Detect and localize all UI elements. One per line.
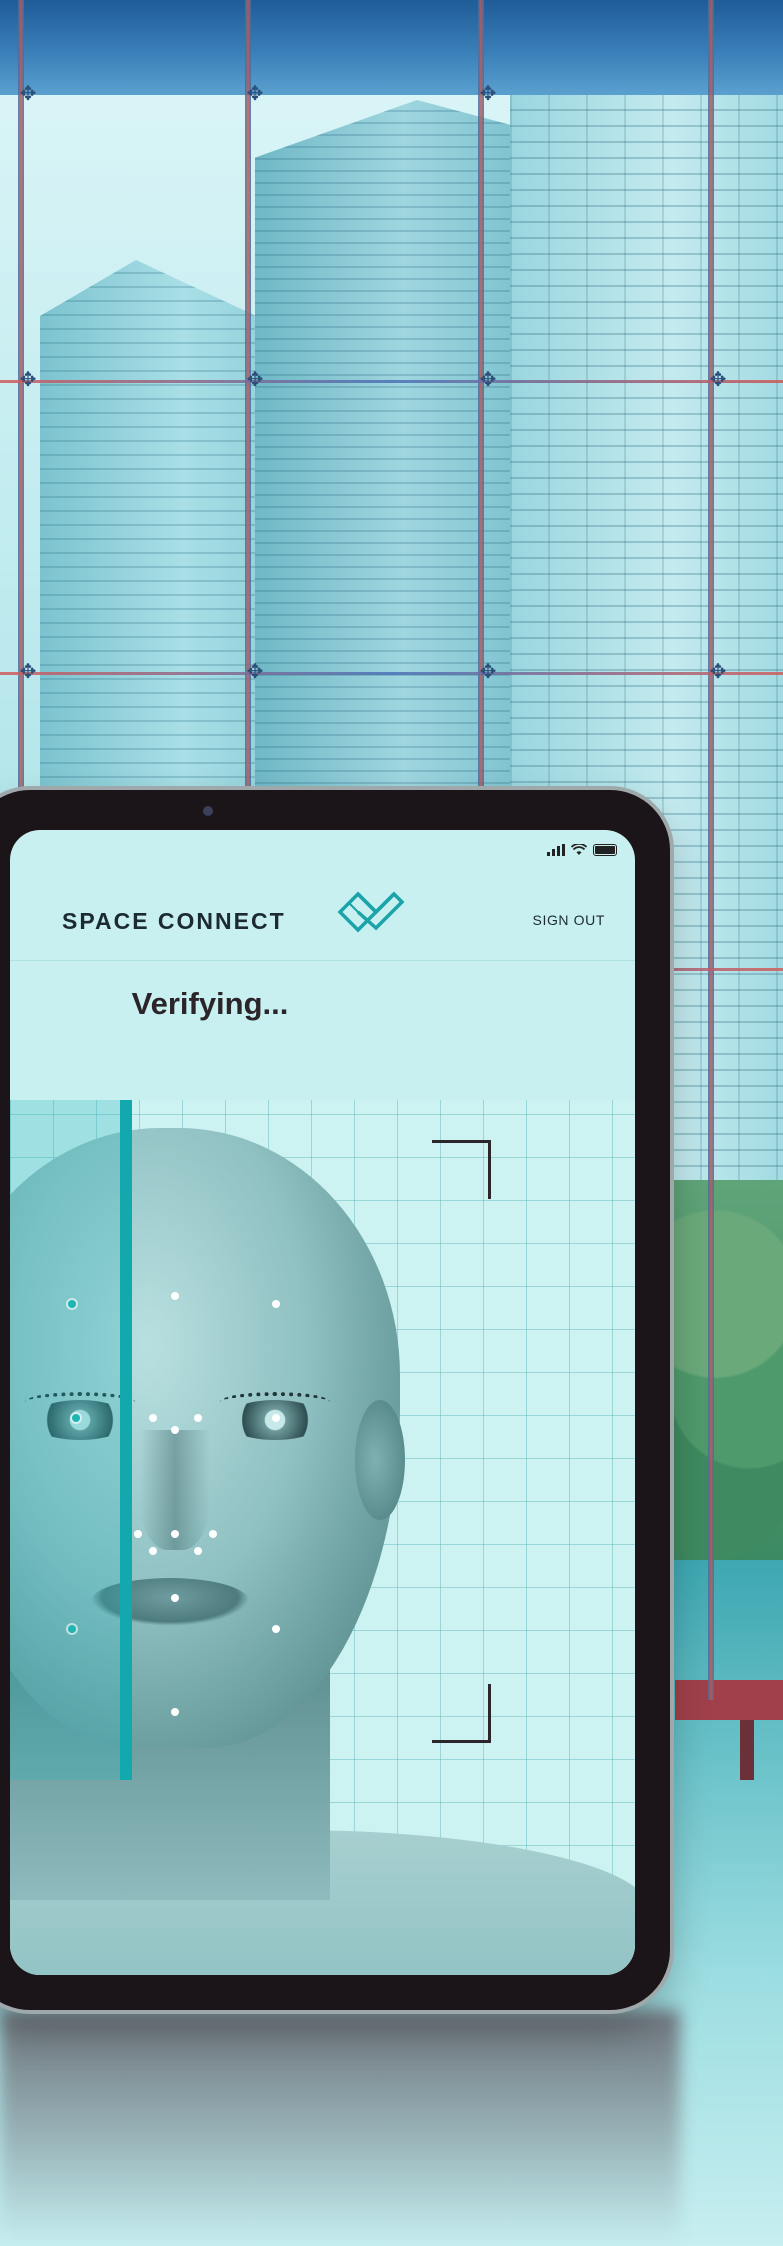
subject-ear <box>355 1400 405 1520</box>
glass-fitting-icon: ✥ <box>19 369 37 391</box>
landmark-point <box>194 1414 202 1422</box>
landmark-point <box>194 1547 202 1555</box>
wifi-icon <box>571 844 587 855</box>
brand-name: SPACE CONNECT <box>62 908 286 934</box>
landmark-point <box>68 1625 76 1633</box>
landmark-point <box>134 1530 142 1538</box>
glass-fitting-icon: ✥ <box>479 369 497 391</box>
verification-status: Verifying... <box>131 986 289 1021</box>
skyscraper-left <box>40 260 280 820</box>
face-scan-area <box>10 1100 635 1975</box>
scan-line <box>120 1100 132 1780</box>
glass-fitting-icon: ✥ <box>246 83 264 105</box>
glass-fitting-icon: ✥ <box>709 661 727 683</box>
landmark-point <box>72 1414 80 1422</box>
status-bar <box>547 844 617 856</box>
glass-fitting-icon: ✥ <box>246 661 264 683</box>
tablet-device: SPACE CONNECT SIGN OUT Verifying... <box>0 790 670 2010</box>
landmark-point <box>171 1708 179 1716</box>
tablet-reflection <box>0 2010 680 2246</box>
front-camera <box>203 806 213 816</box>
cellular-signal-icon <box>547 844 565 856</box>
lobby-bench <box>675 1680 783 1720</box>
battery-icon <box>593 844 617 856</box>
sign-out-button[interactable]: SIGN OUT <box>533 912 605 928</box>
landmark-point <box>171 1426 179 1434</box>
window-mullion <box>708 0 714 1700</box>
tablet-screen: SPACE CONNECT SIGN OUT Verifying... <box>10 830 635 1975</box>
landmark-point <box>171 1292 179 1300</box>
glass-fitting-icon: ✥ <box>479 661 497 683</box>
scan-frame-corner-bottom-right <box>432 1684 491 1743</box>
landmark-point <box>272 1625 280 1633</box>
scan-frame-corner-top-right <box>432 1140 491 1199</box>
landmark-point <box>209 1530 217 1538</box>
glass-fitting-icon: ✥ <box>479 83 497 105</box>
glass-ceiling <box>0 0 783 95</box>
space-connect-logo <box>337 891 405 933</box>
skyscraper-center <box>255 100 525 820</box>
glass-fitting-icon: ✥ <box>19 661 37 683</box>
window-transom <box>0 672 783 675</box>
landmark-point <box>149 1547 157 1555</box>
glass-fitting-icon: ✥ <box>709 369 727 391</box>
landmark-point <box>68 1300 76 1308</box>
lobby-bench-leg <box>740 1720 754 1780</box>
landmark-point <box>272 1414 280 1422</box>
trees <box>670 1180 783 1560</box>
landmark-point <box>272 1300 280 1308</box>
scan-highlight <box>10 1100 120 1780</box>
glass-fitting-icon: ✥ <box>19 83 37 105</box>
glass-fitting-icon: ✥ <box>246 369 264 391</box>
landmark-point <box>149 1414 157 1422</box>
landmark-point <box>171 1530 179 1538</box>
window-transom <box>0 380 783 383</box>
landmark-point <box>171 1594 179 1602</box>
app-header: SPACE CONNECT SIGN OUT <box>10 870 635 961</box>
